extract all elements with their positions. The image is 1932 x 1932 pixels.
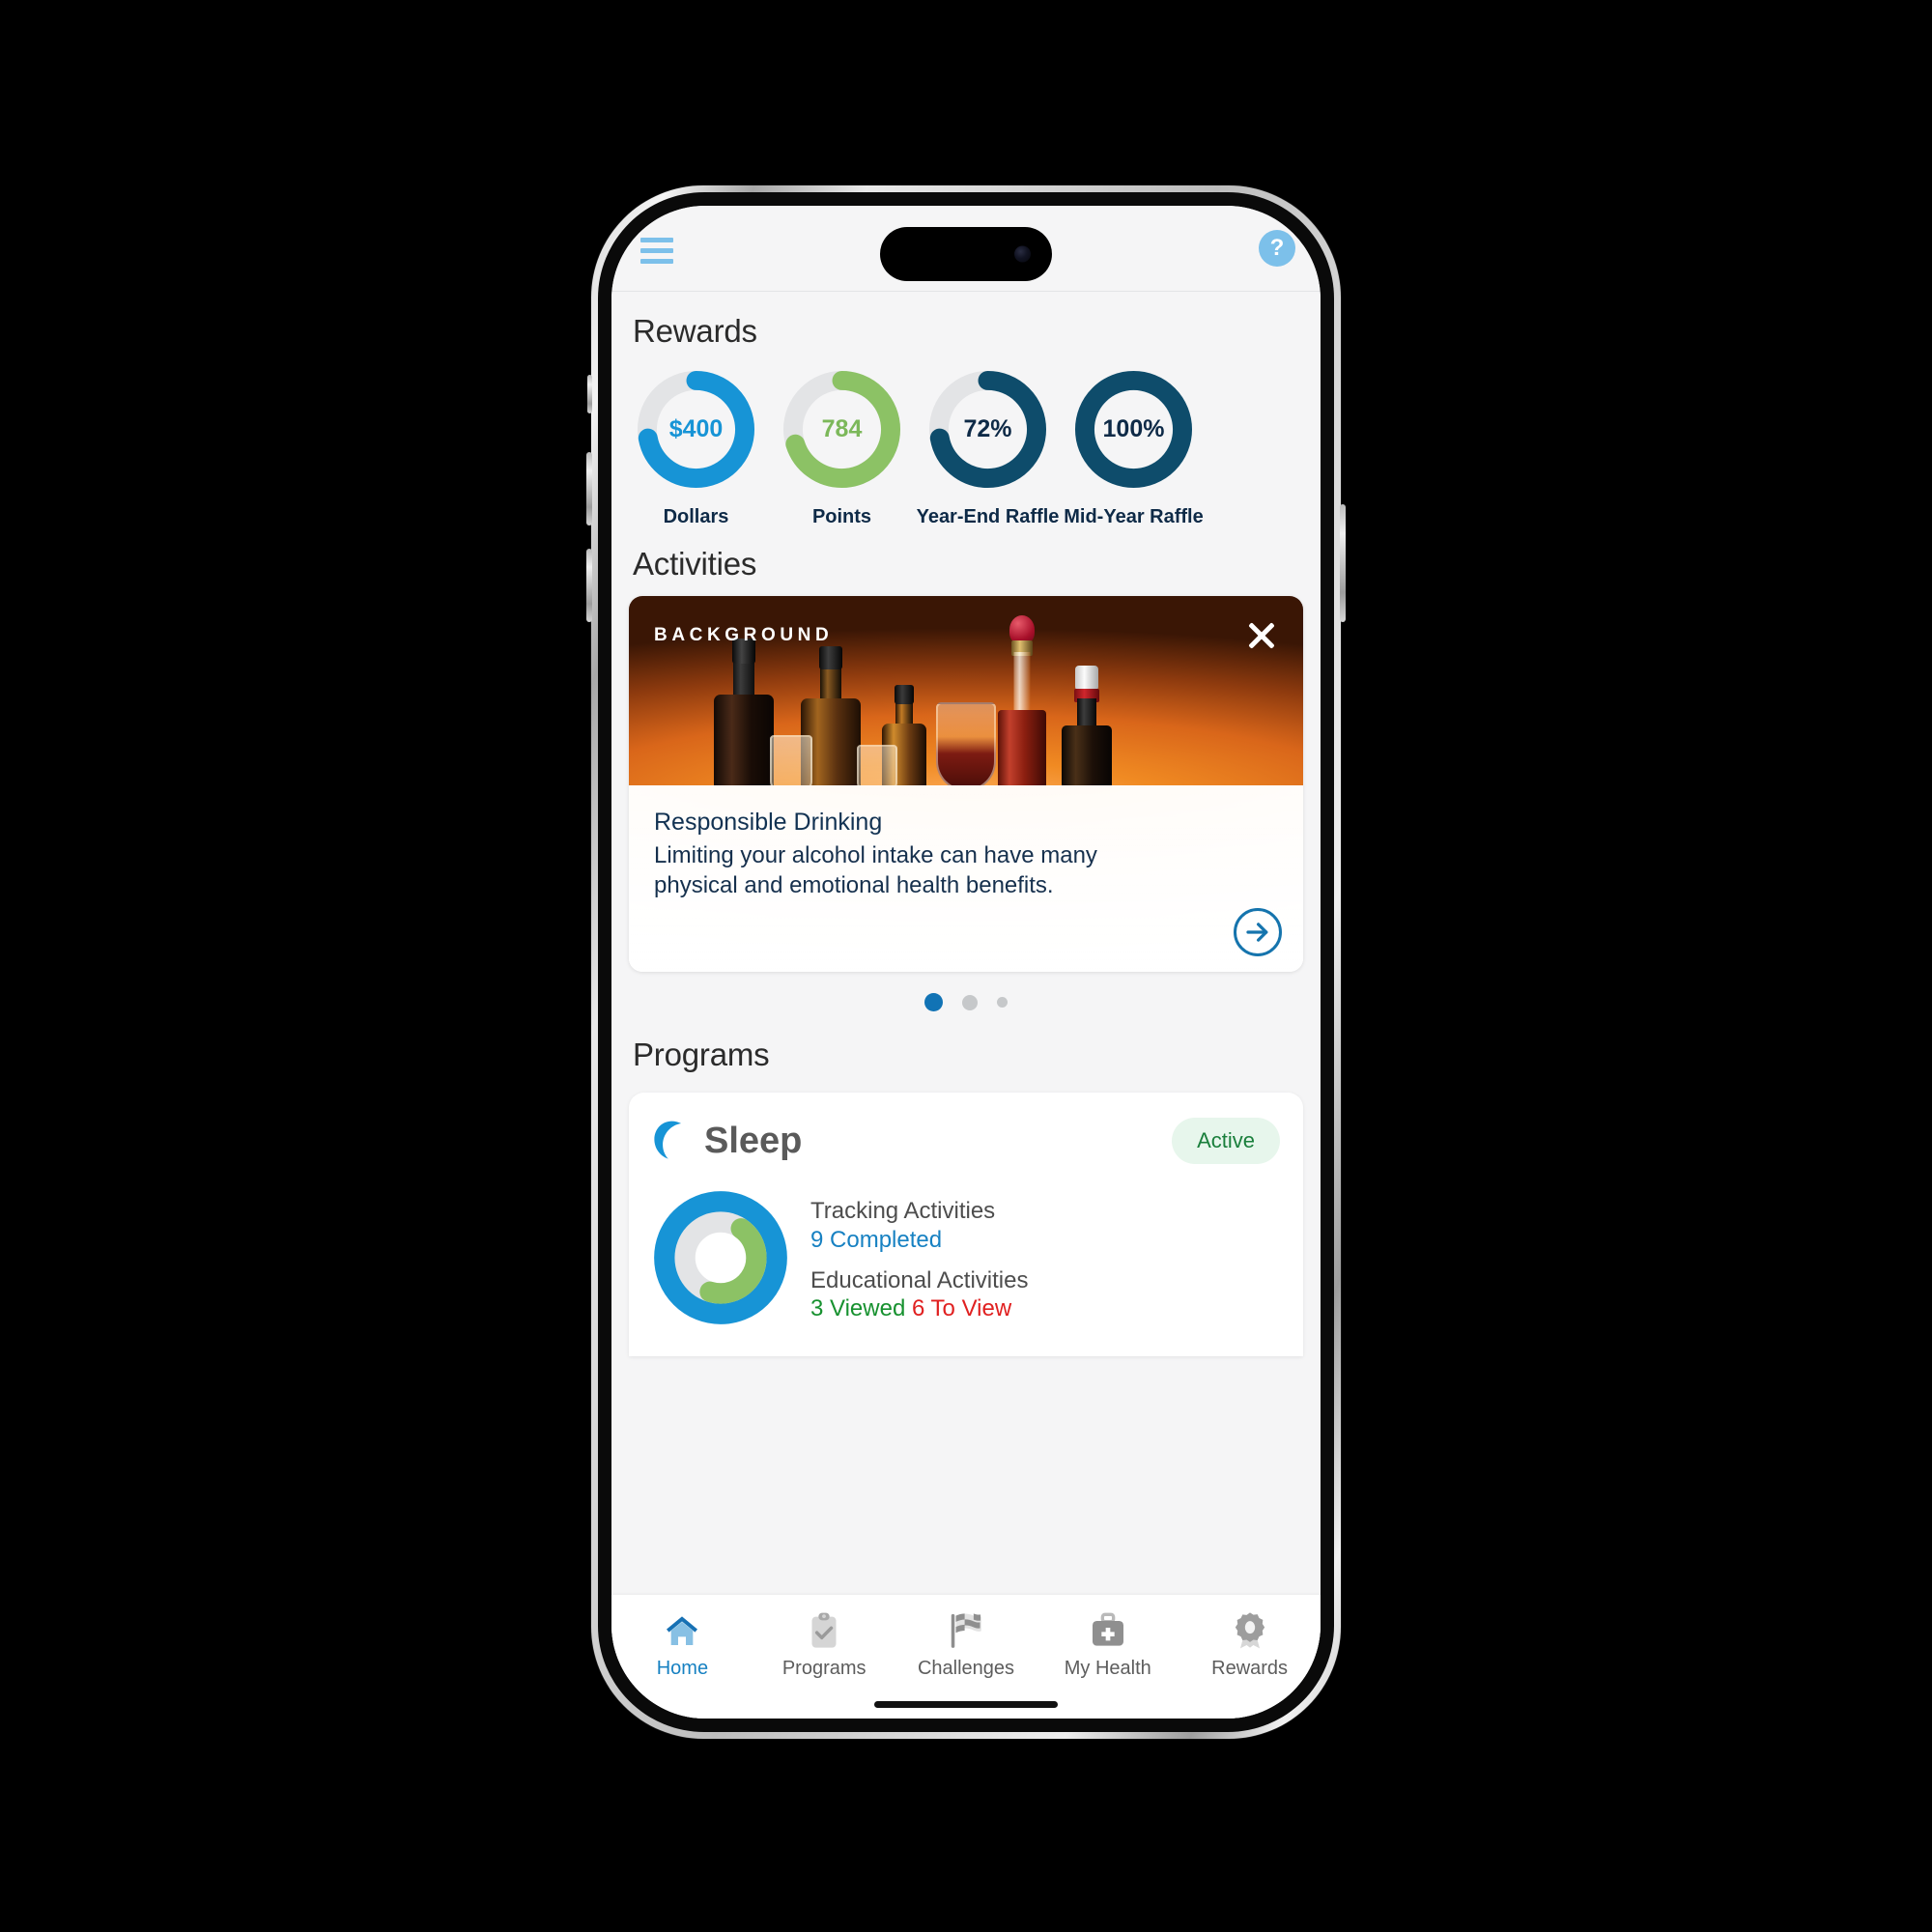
volume-up-button[interactable] — [586, 452, 592, 526]
hamburger-menu-icon[interactable] — [640, 234, 673, 264]
activity-card-text: Responsible Drinking Limiting your alcoh… — [629, 785, 1303, 972]
tab-label: Rewards — [1211, 1658, 1289, 1679]
award-ribbon-icon — [1179, 1608, 1321, 1653]
stat-value: 3 Viewed 6 To View — [810, 1294, 1028, 1323]
rewards-rings-carousel[interactable]: $400 Dollars 784 Points 72% Year-End Raf… — [611, 350, 1321, 528]
program-card-header: Sleep Active — [629, 1093, 1303, 1181]
tab-programs[interactable]: Programs — [753, 1608, 895, 1680]
wine-glass-shape — [936, 695, 996, 785]
carousel-dot[interactable] — [924, 993, 943, 1012]
help-question-icon[interactable]: ? — [1259, 230, 1295, 267]
glass-shape — [770, 735, 812, 785]
ring-graphic: $400 — [632, 365, 760, 494]
screenshot-canvas: ? Rewards $400 Dollars 784 Points 72% Ye… — [0, 0, 1932, 1932]
ring-label: Points — [811, 506, 872, 527]
activity-hero-image: BACKGROUND — [629, 596, 1303, 785]
activity-card-title: Responsible Drinking — [654, 809, 883, 836]
front-camera-icon — [1014, 245, 1031, 263]
tab-myhealth[interactable]: My Health — [1037, 1608, 1179, 1680]
program-stats-list: Tracking Activities 9 Completed Educationa… — [810, 1189, 1028, 1335]
tab-rewards[interactable]: Rewards — [1179, 1608, 1321, 1680]
scroll-content[interactable]: Rewards $400 Dollars 784 Points 72% Year… — [611, 292, 1321, 1719]
ring-graphic: 72% — [923, 365, 1052, 494]
tab-challenges[interactable]: Challenges — [895, 1608, 1037, 1680]
ring-graphic: 100% — [1069, 365, 1198, 494]
carousel-dot[interactable] — [997, 997, 1008, 1009]
ring-label: Dollars — [663, 506, 729, 527]
tab-label: Home — [656, 1658, 709, 1679]
reward-ring-points[interactable]: 784 Points — [769, 365, 915, 528]
close-x-icon[interactable] — [1243, 617, 1280, 654]
reward-ring-year-end-raffle[interactable]: 72% Year-End Raffle — [915, 365, 1061, 528]
status-badge: Active — [1172, 1118, 1280, 1165]
reward-ring-mid-year-raffle[interactable]: 100% Mid-Year Raffle — [1061, 365, 1207, 528]
ring-graphic: 784 — [778, 365, 906, 494]
program-progress-ring — [654, 1191, 787, 1325]
bottle-shape — [1062, 664, 1112, 785]
carousel-dot[interactable] — [962, 994, 978, 1010]
tab-label: My Health — [1064, 1658, 1151, 1679]
stat-label: Tracking Activities — [810, 1198, 996, 1225]
arrow-right-icon[interactable] — [1234, 908, 1282, 957]
program-name: Sleep — [704, 1120, 803, 1161]
ring-label: Mid-Year Raffle — [1064, 506, 1204, 527]
volume-down-button[interactable] — [586, 549, 592, 622]
programs-section-title: Programs — [633, 1037, 770, 1073]
activity-card-description: Limiting your alcohol intake can have ma… — [654, 842, 1097, 898]
stat-label: Educational Activities — [810, 1266, 1029, 1293]
checkered-flag-icon — [895, 1608, 1037, 1653]
stat-value-part: 9 Completed — [810, 1226, 943, 1253]
dynamic-island — [880, 227, 1052, 281]
moon-icon — [654, 1122, 682, 1160]
power-button[interactable] — [1340, 504, 1346, 622]
bottom-tab-bar: Home Programs Challenges My Health Rewar… — [611, 1595, 1321, 1719]
home-indicator — [874, 1701, 1058, 1708]
ring-value: 784 — [821, 415, 863, 442]
tab-home[interactable]: Home — [611, 1608, 753, 1680]
tab-label: Challenges — [917, 1658, 1015, 1679]
activities-section-title: Activities — [633, 546, 757, 582]
glass-shape — [857, 745, 897, 785]
ring-value: 100% — [1102, 415, 1165, 442]
tab-label: Programs — [781, 1658, 867, 1679]
phone-bezel: ? Rewards $400 Dollars 784 Points 72% Ye… — [598, 192, 1334, 1732]
ring-label: Year-End Raffle — [916, 506, 1060, 527]
stat-value-part: 3 Viewed — [810, 1294, 912, 1321]
stat-value: 9 Completed — [810, 1226, 1028, 1255]
activity-card[interactable]: BACKGROUND Responsible Drinking Limiting… — [629, 596, 1303, 973]
rewards-section-title: Rewards — [633, 313, 757, 349]
clipboard-check-icon — [753, 1608, 895, 1653]
phone-device-frame: ? Rewards $400 Dollars 784 Points 72% Ye… — [586, 185, 1346, 1739]
program-card-sleep[interactable]: Sleep Active Tracking Activities 9 Comple… — [629, 1093, 1303, 1356]
activity-card-kicker: BACKGROUND — [654, 625, 834, 645]
program-card-body: Tracking Activities 9 Completed Educationa… — [629, 1181, 1303, 1356]
home-icon — [611, 1608, 753, 1653]
carousel-pagination-dots[interactable] — [611, 972, 1321, 1012]
stat-value-part: 6 To View — [911, 1294, 1012, 1321]
bottle-shape — [998, 615, 1046, 785]
phone-screen: ? Rewards $400 Dollars 784 Points 72% Ye… — [611, 206, 1321, 1719]
bottle-shape — [714, 639, 774, 785]
ring-value: $400 — [668, 415, 724, 442]
ring-value: 72% — [963, 415, 1012, 442]
medical-bag-icon — [1037, 1608, 1179, 1653]
silent-switch[interactable] — [587, 375, 592, 413]
reward-ring-dollars[interactable]: $400 Dollars — [623, 365, 769, 528]
